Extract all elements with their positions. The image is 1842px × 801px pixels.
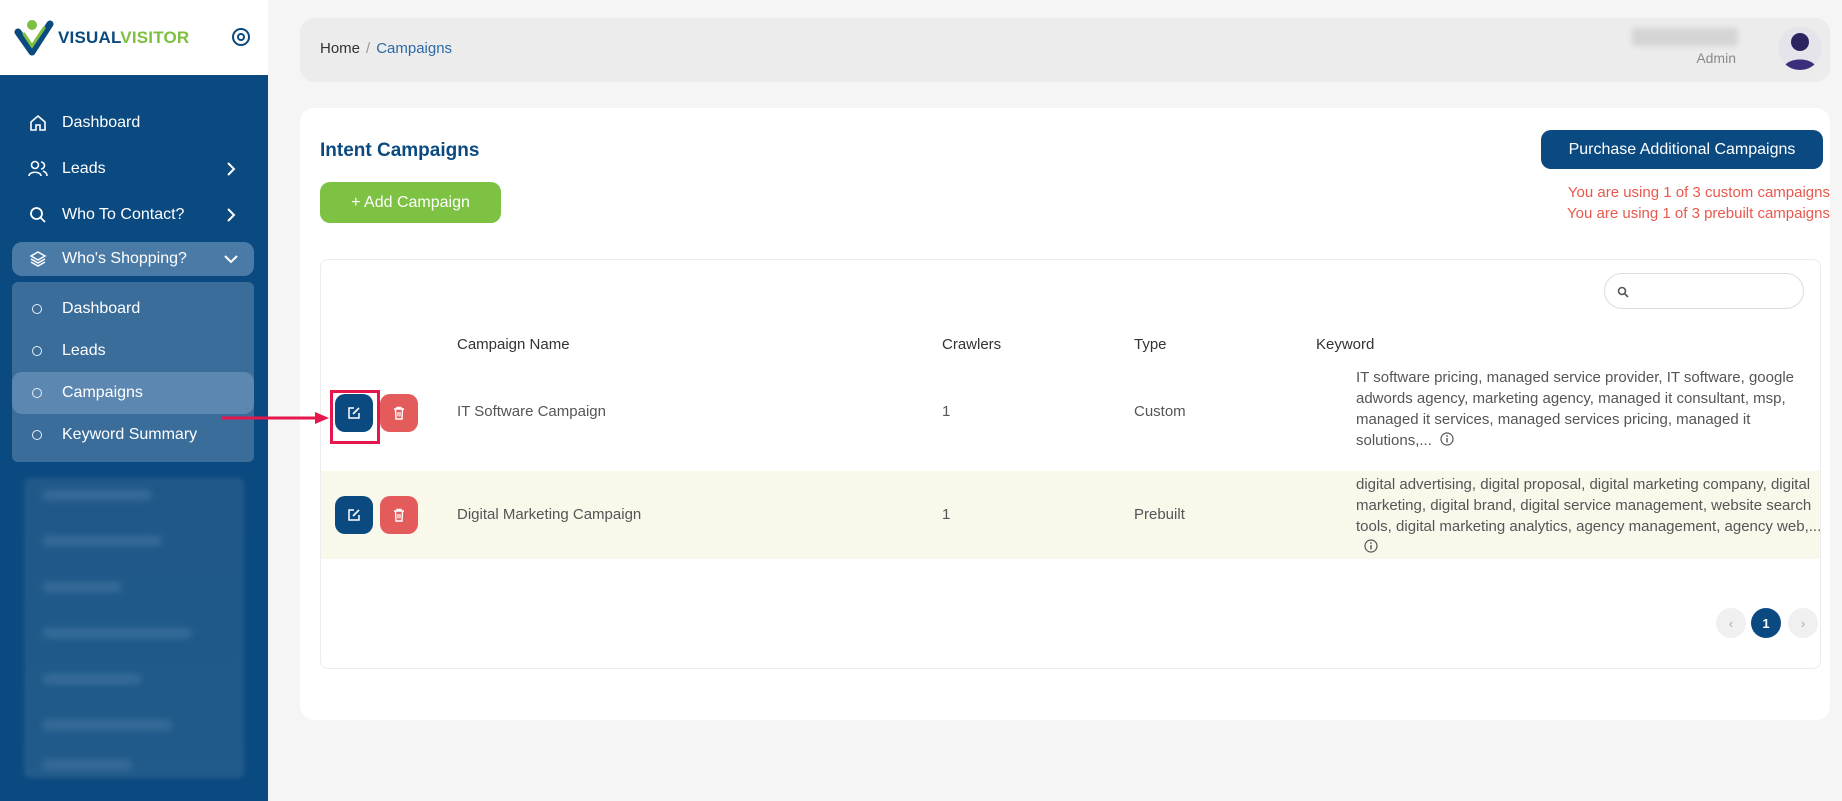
circle-icon xyxy=(32,388,42,398)
trash-icon xyxy=(394,508,404,522)
table-row: Digital Marketing Campaign 1 Prebuilt di… xyxy=(321,471,1821,559)
sidebar-item-label: Leads xyxy=(62,160,106,177)
settings-toggle-icon[interactable] xyxy=(230,26,252,48)
column-header-campaign-name[interactable]: Campaign Name xyxy=(457,336,570,353)
submenu-item-keyword-summary[interactable]: Keyword Summary xyxy=(12,414,254,456)
users-icon xyxy=(28,159,48,179)
edit-button[interactable] xyxy=(335,496,373,534)
sidebar-item-label: Who To Contact? xyxy=(62,206,185,223)
blurred-line xyxy=(42,536,162,546)
chevron-down-icon xyxy=(222,250,240,268)
search-icon xyxy=(1617,285,1629,298)
blurred-line xyxy=(42,628,192,638)
breadcrumb: Home / Campaigns xyxy=(320,40,452,57)
keywords-text: IT software pricing, managed service pro… xyxy=(1356,369,1794,449)
delete-button[interactable] xyxy=(380,496,418,534)
sidebar-item-label: Who's Shopping? xyxy=(62,250,187,267)
campaigns-table: Campaign Name Crawlers Type Keyword IT S… xyxy=(320,259,1821,669)
sidebar-item-label: Dashboard xyxy=(62,114,141,131)
sidebar-nav: Dashboard Leads Who To Contact? Who's Sh… xyxy=(12,100,254,462)
blurred-menu-items xyxy=(24,478,244,778)
purchase-campaigns-button[interactable]: Purchase Additional Campaigns xyxy=(1541,130,1823,169)
sidebar-item-dashboard[interactable]: Dashboard xyxy=(12,100,254,146)
circle-icon xyxy=(32,346,42,356)
campaign-keywords: digital advertising, digital proposal, d… xyxy=(1356,474,1826,558)
home-icon xyxy=(28,113,48,133)
sidebar-item-leads[interactable]: Leads xyxy=(12,146,254,192)
column-header-crawlers[interactable]: Crawlers xyxy=(942,336,1001,353)
pagination-page[interactable]: 1 xyxy=(1751,608,1781,638)
usage-custom: You are using 1 of 3 custom campaigns xyxy=(1567,184,1830,201)
sidebar-item-who-to-contact[interactable]: Who To Contact? xyxy=(12,192,254,238)
blurred-line xyxy=(42,490,152,500)
submenu-item-leads[interactable]: Leads xyxy=(12,330,254,372)
blurred-line xyxy=(42,674,142,684)
add-campaign-button[interactable]: + Add Campaign xyxy=(320,182,501,223)
campaign-name: Digital Marketing Campaign xyxy=(457,506,642,523)
campaigns-card: Intent Campaigns + Add Campaign Purchase… xyxy=(300,108,1830,720)
search-icon xyxy=(28,205,48,225)
chevron-right-icon xyxy=(222,160,240,178)
submenu-item-label: Leads xyxy=(62,342,106,359)
trash-icon xyxy=(394,406,404,420)
blurred-line xyxy=(42,760,132,770)
brand-logo-text: VISUALVISITOR xyxy=(58,28,189,48)
user-name-redacted xyxy=(1632,28,1738,46)
campaign-keywords: IT software pricing, managed service pro… xyxy=(1356,367,1826,451)
avatar[interactable] xyxy=(1778,26,1822,70)
column-header-type[interactable]: Type xyxy=(1134,336,1167,353)
pagination: ‹ 1 › xyxy=(1716,608,1820,640)
column-header-keyword[interactable]: Keyword xyxy=(1316,336,1374,353)
campaign-crawlers: 1 xyxy=(942,403,951,420)
campaign-name: IT Software Campaign xyxy=(457,403,606,420)
user-role: Admin xyxy=(1696,50,1736,66)
campaign-crawlers: 1 xyxy=(942,506,951,523)
keywords-text: digital advertising, digital proposal, d… xyxy=(1356,476,1822,535)
pagination-prev[interactable]: ‹ xyxy=(1716,608,1746,638)
arrow-pointer-icon xyxy=(221,412,329,424)
top-header: Home / Campaigns Admin xyxy=(300,18,1830,82)
breadcrumb-home[interactable]: Home xyxy=(320,40,360,57)
sidebar: VISUALVISITOR Dashboard Leads Who To Con… xyxy=(0,0,268,801)
breadcrumb-separator: / xyxy=(366,40,371,57)
usage-prebuilt: You are using 1 of 3 prebuilt campaigns xyxy=(1567,205,1830,222)
campaign-type: Prebuilt xyxy=(1134,506,1185,523)
table-row: IT Software Campaign 1 Custom IT softwar… xyxy=(321,369,1820,450)
search-input[interactable] xyxy=(1604,273,1804,309)
info-icon[interactable] xyxy=(1440,431,1454,446)
campaign-type: Custom xyxy=(1134,403,1186,420)
pagination-next[interactable]: › xyxy=(1788,608,1818,638)
breadcrumb-current: Campaigns xyxy=(376,40,453,57)
info-icon[interactable] xyxy=(1364,538,1378,553)
page-title: Intent Campaigns xyxy=(320,140,480,161)
brand-part1: VISUAL xyxy=(58,27,121,47)
logo-bar: VISUALVISITOR xyxy=(0,0,268,75)
blurred-line xyxy=(42,582,122,592)
submenu-item-label: Campaigns xyxy=(62,384,143,401)
sidebar-item-whos-shopping[interactable]: Who's Shopping? xyxy=(12,242,254,276)
delete-button[interactable] xyxy=(380,394,418,432)
chevron-right-icon xyxy=(222,206,240,224)
submenu-item-dashboard[interactable]: Dashboard xyxy=(12,288,254,330)
circle-icon xyxy=(32,430,42,440)
whos-shopping-submenu: Dashboard Leads Campaigns Keyword Summar… xyxy=(12,282,254,462)
submenu-item-label: Keyword Summary xyxy=(62,426,198,443)
usage-notice: You are using 1 of 3 custom campaigns Yo… xyxy=(1567,182,1830,224)
submenu-item-label: Dashboard xyxy=(62,300,141,317)
submenu-item-campaigns[interactable]: Campaigns xyxy=(12,372,254,414)
logo-icon xyxy=(14,18,54,58)
blurred-line xyxy=(42,720,172,730)
highlight-box xyxy=(330,390,380,444)
layers-icon xyxy=(28,249,48,269)
edit-icon xyxy=(348,509,360,521)
brand-part2: VISITOR xyxy=(120,27,190,47)
circle-icon xyxy=(32,304,42,314)
